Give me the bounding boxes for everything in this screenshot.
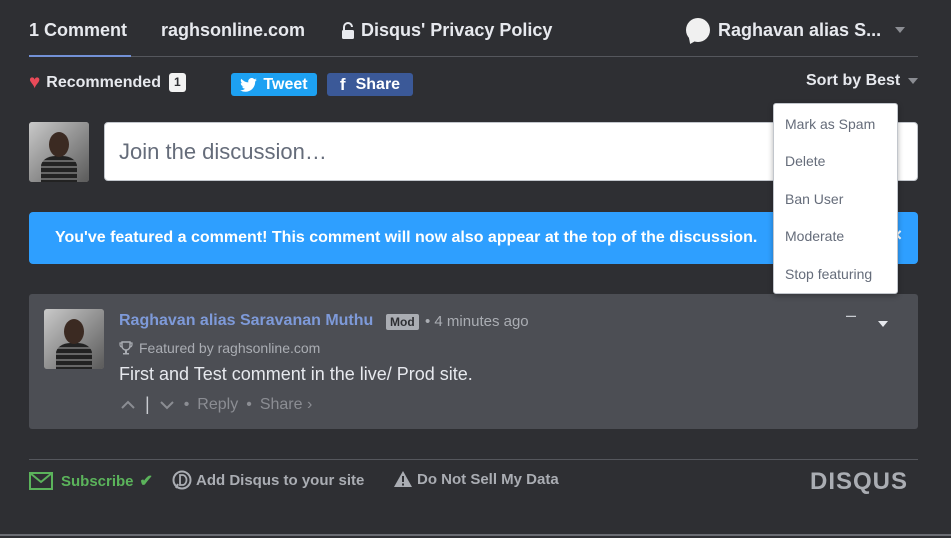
menu-item-stop-featuring[interactable]: Stop featuring — [785, 266, 872, 282]
trophy-icon — [119, 341, 133, 355]
lock-icon — [342, 21, 354, 39]
mod-badge: Mod — [386, 314, 419, 330]
featured-by-label: Featured by raghsonline.com — [139, 340, 321, 356]
add-disqus-label: Add Disqus to your site — [196, 471, 365, 489]
do-not-sell-label: Do Not Sell My Data — [417, 470, 559, 488]
recommended-label: Recommended — [46, 73, 161, 91]
active-tab-indicator — [29, 55, 131, 57]
share-label: Share — [355, 75, 401, 93]
user-menu[interactable]: Raghavan alias S... — [686, 18, 906, 42]
tab-privacy-policy[interactable]: Disqus' Privacy Policy — [340, 20, 552, 41]
disqus-d-icon — [172, 470, 192, 490]
checkmark-icon: ✔ — [139, 473, 153, 490]
comment-author-link[interactable]: Raghavan alias Saravanan Muthu — [119, 312, 373, 330]
avatar-head — [49, 132, 69, 157]
footer-divider — [29, 459, 918, 460]
nav-divider — [29, 56, 918, 57]
heart-icon: ♥ — [29, 72, 41, 93]
privacy-tab-label: Disqus' Privacy Policy — [361, 20, 553, 40]
menu-item-moderate[interactable]: Moderate — [785, 228, 844, 244]
comment-actions: | • Reply • Share › — [119, 394, 312, 415]
tab-comments[interactable]: 1 Comment — [29, 20, 127, 41]
do-not-sell-link[interactable]: Do Not Sell My Data — [393, 470, 559, 488]
vote-divider: | — [145, 394, 150, 414]
chevron-down-icon — [908, 78, 919, 84]
facebook-share-button[interactable]: f Share — [327, 73, 413, 96]
subscribe-button[interactable]: Subscribe ✔ — [29, 471, 153, 491]
tab-site[interactable]: raghsonline.com — [161, 20, 305, 41]
chevron-down-icon — [895, 27, 906, 33]
tweet-button[interactable]: Tweet — [231, 73, 317, 96]
downvote-icon[interactable] — [158, 396, 176, 414]
sort-label: Sort by Best — [806, 72, 901, 89]
comment-menu-toggle[interactable] — [878, 314, 888, 332]
facebook-icon: f — [339, 74, 346, 94]
disqus-logo[interactable]: DISQUS — [810, 468, 908, 496]
comment-author-avatar[interactable] — [44, 309, 104, 369]
subscribe-label: Subscribe — [61, 472, 134, 490]
warning-icon — [394, 471, 412, 487]
separator-dot: • — [183, 395, 190, 413]
speech-bubble-icon — [686, 18, 710, 42]
sort-dropdown[interactable]: Sort by Best — [806, 72, 919, 90]
featured-by: Featured by raghsonline.com — [119, 340, 320, 356]
add-disqus-link[interactable]: Add Disqus to your site — [172, 470, 364, 490]
separator-dot: • — [246, 395, 252, 413]
collapse-comment-button[interactable]: – — [846, 305, 856, 326]
bottom-border — [0, 534, 951, 536]
menu-item-delete[interactable]: Delete — [785, 153, 825, 169]
avatar-shirt — [56, 343, 92, 369]
banner-message: You've featured a comment! This comment … — [55, 229, 758, 246]
user-name: Raghavan alias S... — [718, 19, 882, 40]
comment-share-button[interactable]: Share › — [260, 396, 312, 414]
upvote-icon[interactable] — [119, 396, 137, 414]
chevron-down-icon — [878, 321, 888, 327]
recommend-button[interactable]: ♥ Recommended 1 — [29, 73, 186, 92]
comment-body: First and Test comment in the live/ Prod… — [119, 364, 473, 384]
envelope-icon — [29, 472, 53, 490]
menu-item-ban-user[interactable]: Ban User — [785, 191, 843, 207]
avatar-head — [64, 319, 84, 344]
reply-button[interactable]: Reply — [197, 396, 238, 414]
twitter-icon — [240, 77, 258, 92]
menu-item-mark-as-spam[interactable]: Mark as Spam — [785, 116, 875, 132]
avatar-shirt — [41, 156, 77, 182]
recommended-count: 1 — [168, 73, 186, 92]
moderation-menu: Mark as Spam Delete Ban User Moderate St… — [773, 103, 898, 294]
comment-timestamp[interactable]: • 4 minutes ago — [425, 313, 529, 330]
tweet-label: Tweet — [263, 75, 308, 93]
current-user-avatar[interactable] — [29, 122, 89, 182]
